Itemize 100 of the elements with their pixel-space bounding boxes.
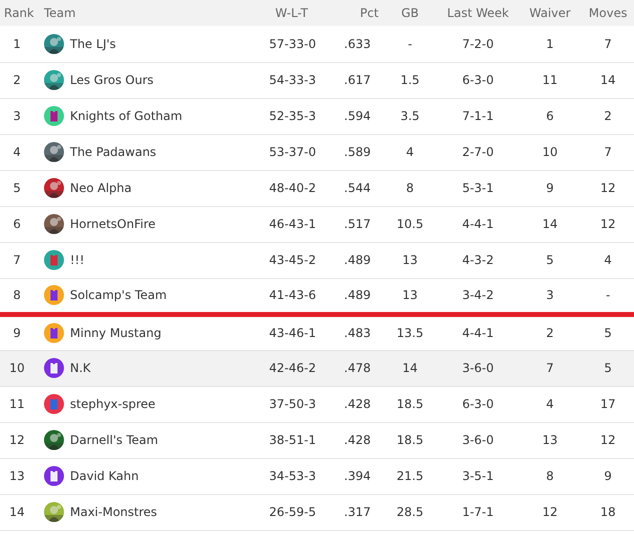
table-cell: 13.5 (382, 314, 438, 350)
table-cell: 4-3-2 (438, 242, 518, 278)
table-cell: 3.5 (382, 98, 438, 134)
table-cell: .517 (316, 206, 382, 242)
table-cell: .594 (316, 98, 382, 134)
table-cell: 7 (518, 350, 582, 386)
table-cell: 13 (518, 422, 582, 458)
table-cell: 1 (0, 26, 34, 62)
table-cell: .544 (316, 170, 382, 206)
table-cell: 12 (582, 170, 634, 206)
team-name[interactable]: Maxi-Monstres (70, 505, 158, 519)
team-name[interactable]: stephyx-spree (70, 397, 156, 411)
column-header[interactable]: GB (382, 0, 438, 26)
table-cell: 5 (582, 314, 634, 350)
table-cell: 1.5 (382, 62, 438, 98)
team-name[interactable]: The LJ's (70, 36, 116, 51)
table-cell: 28.5 (382, 494, 438, 530)
table-cell: 48-40-2 (264, 170, 316, 206)
table-cell: 6-3-0 (438, 62, 518, 98)
table-cell: 4-4-1 (438, 314, 518, 350)
table-cell: 7 (582, 134, 634, 170)
table-cell: 18.5 (382, 386, 438, 422)
team-name[interactable]: David Kahn (70, 469, 139, 483)
table-cell: 8 (0, 278, 34, 314)
table-cell: 53-37-0 (264, 134, 316, 170)
table-cell: 42-46-2 (264, 350, 316, 386)
table-cell: 5 (0, 170, 34, 206)
column-header[interactable]: Waiver (518, 0, 582, 26)
table-cell: - (382, 26, 438, 62)
table-cell: 21.5 (382, 458, 438, 494)
table-cell: .394 (316, 458, 382, 494)
table-cell: 9 (0, 314, 34, 350)
table-cell: 12 (582, 422, 634, 458)
column-header[interactable]: Last Week (438, 0, 518, 26)
table-cell: .489 (316, 242, 382, 278)
table-cell: 46-43-1 (264, 206, 316, 242)
table-cell: .589 (316, 134, 382, 170)
table-cell: 9 (518, 170, 582, 206)
table-cell: 43-46-1 (264, 314, 316, 350)
table-cell: .478 (316, 350, 382, 386)
team-name[interactable]: N.K (70, 361, 91, 375)
team-name[interactable]: Neo Alpha (70, 181, 132, 195)
table-cell: 1-7-1 (438, 494, 518, 530)
team-name[interactable]: Knights of Gotham (70, 109, 182, 123)
table-cell: 3 (0, 98, 34, 134)
table-cell: 3-4-2 (438, 278, 518, 314)
team-name[interactable]: Les Gros Ours (70, 73, 154, 87)
table-cell: 4-4-1 (438, 206, 518, 242)
table-cell: 2 (0, 62, 34, 98)
table-cell: .428 (316, 386, 382, 422)
column-header[interactable]: Team (34, 0, 264, 26)
table-cell: 13 (382, 278, 438, 314)
team-name[interactable]: HornetsOnFire (70, 217, 156, 231)
table-cell: 18.5 (382, 422, 438, 458)
table-cell: 7 (0, 242, 34, 278)
column-header[interactable]: Rank (0, 0, 34, 26)
table-cell: 43-45-2 (264, 242, 316, 278)
table-cell: 6 (518, 98, 582, 134)
table-cell: 4 (382, 134, 438, 170)
table-cell: 14 (518, 206, 582, 242)
table-cell: 7-1-1 (438, 98, 518, 134)
table-cell: 11 (518, 62, 582, 98)
table-cell: - (582, 278, 634, 314)
column-header[interactable]: W-L-T (264, 0, 316, 26)
table-cell: 2-7-0 (438, 134, 518, 170)
table-cell: .489 (316, 278, 382, 314)
table-cell: 8 (518, 458, 582, 494)
table-cell: 11 (0, 386, 34, 422)
table-cell: 14 (0, 494, 34, 530)
table-cell: 3 (518, 278, 582, 314)
table-cell: 5 (518, 242, 582, 278)
table-cell: .617 (316, 62, 382, 98)
column-header[interactable]: Pct (316, 0, 382, 26)
table-cell: 13 (382, 242, 438, 278)
table-cell: 5 (582, 350, 634, 386)
table-cell: 12 (582, 206, 634, 242)
team-name[interactable]: The Padawans (70, 145, 156, 159)
table-cell: 10 (0, 350, 34, 386)
table-cell: .317 (316, 494, 382, 530)
table-cell: 34-53-3 (264, 458, 316, 494)
team-name[interactable]: Minny Mustang (70, 326, 162, 340)
table-cell: 2 (582, 98, 634, 134)
table-cell: 13 (0, 458, 34, 494)
table-cell: .428 (316, 422, 382, 458)
table-cell: 54-33-3 (264, 62, 316, 98)
table-cell: 4 (0, 134, 34, 170)
table-cell: 14 (382, 350, 438, 386)
team-name[interactable]: !!! (70, 253, 84, 267)
table-cell: 8 (382, 170, 438, 206)
table-cell: 4 (518, 386, 582, 422)
table-cell: 6-3-0 (438, 386, 518, 422)
column-header[interactable]: Moves (582, 0, 634, 26)
team-name[interactable]: Darnell's Team (70, 433, 158, 447)
table-cell: 26-59-5 (264, 494, 316, 530)
table-cell: 37-50-3 (264, 386, 316, 422)
table-cell: 6 (0, 206, 34, 242)
table-cell: 12 (518, 494, 582, 530)
table-cell: 3-6-0 (438, 350, 518, 386)
team-name[interactable]: Solcamp's Team (70, 288, 167, 302)
table-cell: 57-33-0 (264, 26, 316, 62)
